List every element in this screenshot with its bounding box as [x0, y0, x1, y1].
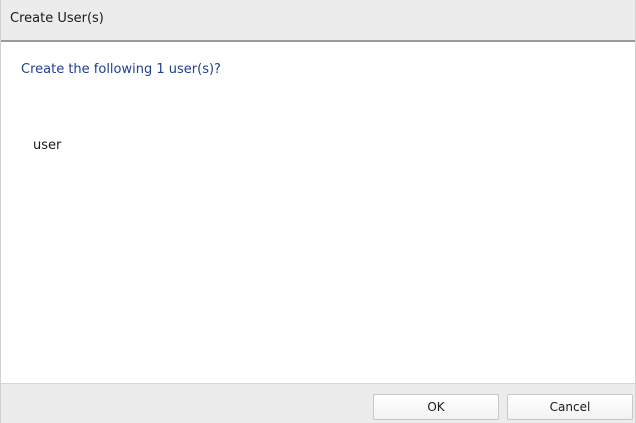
user-list: user — [33, 137, 61, 155]
dialog-content: Create the following 1 user(s)? user — [1, 42, 635, 383]
cancel-button[interactable]: Cancel — [507, 394, 633, 420]
ok-button[interactable]: OK — [373, 394, 499, 420]
dialog-footer: OK Cancel — [1, 383, 635, 423]
dialog-title: Create User(s) — [10, 11, 104, 26]
create-users-dialog: Create User(s) Create the following 1 us… — [0, 0, 636, 423]
dialog-titlebar: Create User(s) — [1, 0, 635, 42]
confirmation-prompt: Create the following 1 user(s)? — [21, 62, 221, 77]
list-item: user — [33, 138, 62, 153]
